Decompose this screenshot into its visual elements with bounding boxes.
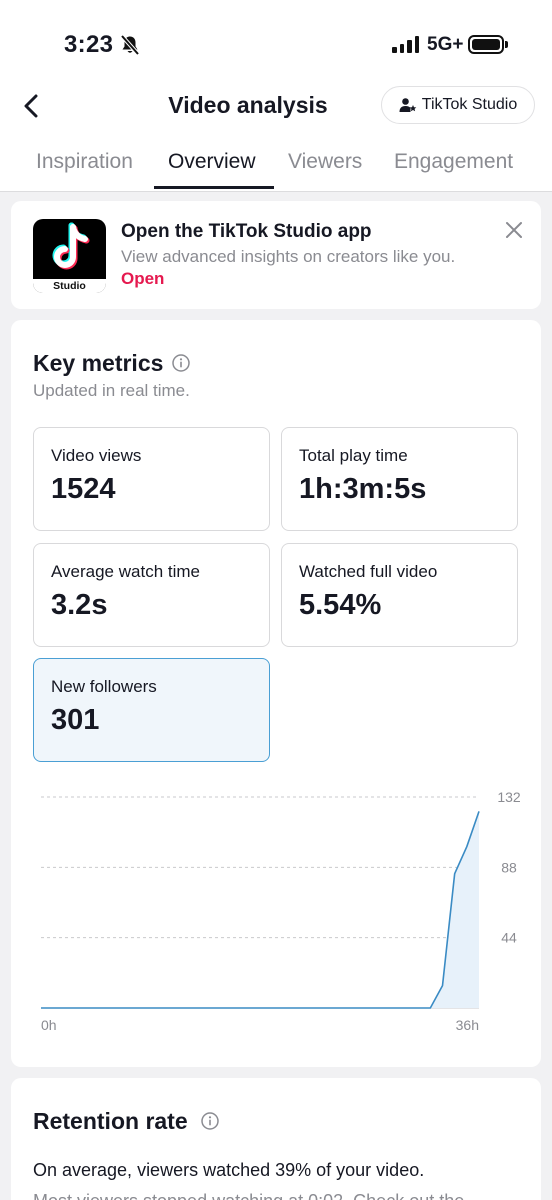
metric-label: New followers (51, 677, 157, 696)
x-tick-label: 36h (456, 1017, 479, 1033)
battery-icon (468, 35, 504, 54)
network-type: 5G+ (427, 34, 464, 55)
metric-tile-total-play-time[interactable]: Total play time 1h:3m:5s (281, 427, 518, 531)
metric-tile-video-views[interactable]: Video views 1524 (33, 427, 270, 531)
key-metrics-subtitle: Updated in real time. (33, 381, 190, 400)
tiktok-studio-app-icon[interactable]: Studio (33, 219, 106, 293)
metric-tile-average-watch-time[interactable]: Average watch time 3.2s (33, 543, 270, 647)
studio-button-label: TikTok Studio (421, 96, 518, 113)
retention-summary: On average, viewers watched 39% of your … (33, 1160, 425, 1180)
metric-label: Video views (51, 446, 142, 465)
studio-promo-card: Studio Open the TikTok Studio app View a… (11, 201, 541, 309)
tab-viewers[interactable]: Viewers (288, 150, 362, 174)
signal-icon (392, 35, 419, 53)
status-time: 3:23 (64, 31, 114, 58)
close-icon[interactable] (504, 220, 524, 240)
tab-overview[interactable]: Overview (168, 150, 256, 174)
tiktok-logo-icon (52, 222, 90, 270)
promo-title: Open the TikTok Studio app (121, 221, 372, 242)
app-icon-label: Studio (53, 280, 86, 292)
tab-bar: Inspiration Overview Viewers Engagement (0, 150, 552, 192)
new-followers-chart: 44 88 132 0h 36h (40, 789, 521, 1033)
active-tab-indicator (154, 186, 274, 189)
promo-subtitle: View advanced insights on creators like … (121, 247, 456, 266)
metric-label: Average watch time (51, 562, 200, 581)
tiktok-studio-button[interactable]: TikTok Studio (381, 86, 535, 124)
y-tick-label: 88 (501, 859, 517, 875)
page-header: Video analysis TikTok Studio Inspiration… (0, 86, 552, 192)
retention-detail: Most viewers stopped watching at 0:02. C… (33, 1191, 464, 1200)
metric-value: 1524 (51, 473, 116, 505)
retention-rate-card: Retention rate On average, viewers watch… (11, 1078, 541, 1200)
retention-title: Retention rate (33, 1108, 188, 1134)
metric-label: Watched full video (299, 562, 438, 581)
y-tick-label: 132 (497, 789, 521, 805)
series-line (41, 811, 480, 1009)
tab-engagement[interactable]: Engagement (394, 150, 513, 174)
metric-value: 5.54% (299, 589, 382, 621)
tab-inspiration[interactable]: Inspiration (36, 150, 133, 174)
silent-bell-icon (120, 34, 140, 56)
x-tick-label: 0h (41, 1017, 57, 1033)
metric-tile-watched-full-video[interactable]: Watched full video 5.54% (281, 543, 518, 647)
status-bar: 3:23 5G+ (0, 0, 552, 86)
key-metrics-title: Key metrics (33, 350, 164, 376)
info-icon[interactable] (201, 1112, 219, 1130)
y-tick-label: 44 (501, 930, 517, 946)
open-app-link[interactable]: Open (121, 269, 164, 289)
series-area (41, 811, 479, 1008)
metric-value: 1h:3m:5s (299, 473, 427, 505)
metric-tile-new-followers[interactable]: New followers 301 (33, 658, 270, 762)
metric-label: Total play time (299, 446, 408, 465)
user-star-icon (399, 98, 417, 112)
battery-tip (505, 41, 508, 48)
key-metrics-card: Key metrics Updated in real time. Video … (11, 320, 541, 1067)
metric-value: 3.2s (51, 589, 108, 621)
info-icon[interactable] (172, 354, 190, 372)
metric-value: 301 (51, 704, 100, 736)
